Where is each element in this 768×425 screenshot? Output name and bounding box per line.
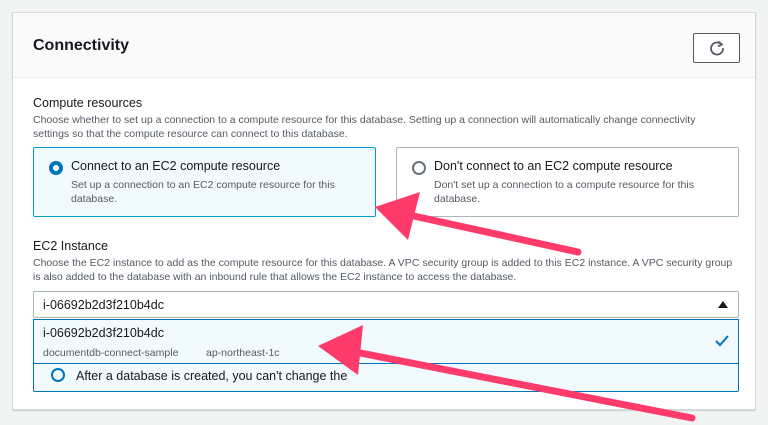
ec2-instance-select[interactable]: i-06692b2d3f210b4dc — [33, 291, 739, 318]
tile-title: Connect to an EC2 compute resource — [71, 159, 281, 173]
refresh-icon — [709, 40, 724, 56]
radio-unselected-icon[interactable] — [412, 161, 426, 175]
alert-text: After a database is created, you can't c… — [76, 369, 348, 383]
option-tag-name: documentdb-connect-sample — [43, 347, 179, 359]
checkmark-icon — [715, 335, 729, 347]
compute-resources-description: Choose whether to set up a connection to… — [33, 114, 696, 140]
caret-up-icon[interactable] — [718, 301, 728, 308]
tile-title: Don't connect to an EC2 compute resource — [434, 159, 673, 173]
option-label: i-06692b2d3f210b4dc — [43, 326, 164, 340]
tile-description: Don't set up a connection to a compute r… — [434, 179, 694, 205]
panel-header: Connectivity — [13, 13, 755, 78]
compute-resources-label: Compute resources — [33, 96, 143, 110]
ec2-instance-label: EC2 Instance — [33, 239, 109, 253]
panel-title: Connectivity — [33, 37, 130, 54]
tile-dont-connect-ec2[interactable]: Don't connect to an EC2 compute resource… — [396, 147, 739, 217]
radio-selected-icon[interactable] — [49, 161, 63, 175]
option-tag-region: ap-northeast-1c — [206, 347, 280, 359]
dropdown-option[interactable]: i-06692b2d3f210b4dc documentdb-connect-s… — [33, 319, 739, 364]
connectivity-panel: Connectivity Compute resources Choose wh… — [12, 12, 756, 410]
tile-description: Set up a connection to an EC2 compute re… — [71, 179, 335, 205]
tile-connect-ec2[interactable]: Connect to an EC2 compute resource Set u… — [33, 147, 376, 217]
ec2-instance-description: Choose the EC2 instance to add as the co… — [33, 257, 733, 283]
select-value: i-06692b2d3f210b4dc — [43, 298, 164, 312]
info-icon — [51, 368, 65, 382]
refresh-button[interactable] — [693, 33, 740, 63]
